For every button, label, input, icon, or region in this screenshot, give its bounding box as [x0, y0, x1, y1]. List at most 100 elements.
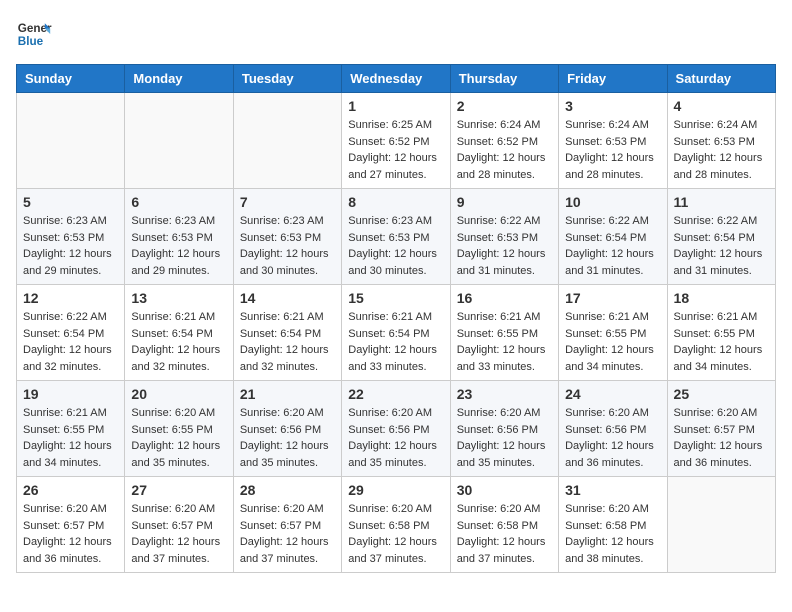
day-number: 27 [131, 482, 226, 498]
day-info: Sunrise: 6:20 AM Sunset: 6:56 PM Dayligh… [240, 405, 335, 471]
calendar-cell: 16Sunrise: 6:21 AM Sunset: 6:55 PM Dayli… [450, 285, 558, 381]
calendar-cell: 24Sunrise: 6:20 AM Sunset: 6:56 PM Dayli… [559, 381, 667, 477]
day-number: 31 [565, 482, 660, 498]
day-info: Sunrise: 6:20 AM Sunset: 6:58 PM Dayligh… [457, 501, 552, 567]
day-number: 15 [348, 290, 443, 306]
calendar-cell: 2 Sunrise: 6:24 AM Sunset: 6:52 PM Daylig… [450, 93, 558, 189]
day-number: 30 [457, 482, 552, 498]
day-number: 29 [348, 482, 443, 498]
day-of-week-header: Tuesday [233, 65, 341, 93]
day-info: Sunrise: 6:20 AM Sunset: 6:55 PM Dayligh… [131, 405, 226, 471]
day-info: Sunrise: 6:21 AM Sunset: 6:55 PM Dayligh… [565, 309, 660, 375]
calendar-cell: 12 Sunrise: 6:22 AM Sunset: 6:54 PM Dayli… [17, 285, 125, 381]
calendar-week-row: 5Sunrise: 6:23 AM Sunset: 6:53 PM Daylig… [17, 189, 776, 285]
calendar-week-row: 1 Sunrise: 6:25 AM Sunset: 6:52 PM Daylig… [17, 93, 776, 189]
day-info: Sunrise: 6:23 AM Sunset: 6:53 PM Dayligh… [240, 213, 335, 279]
day-number: 9 [457, 194, 552, 210]
day-of-week-header: Monday [125, 65, 233, 93]
calendar-cell: 25 Sunrise: 6:20 AM Sunset: 6:57 PM Dayli… [667, 381, 775, 477]
day-number: 10 [565, 194, 660, 210]
day-info: Sunrise: 6:20 AM Sunset: 6:57 PM Dayligh… [674, 405, 769, 471]
calendar-cell: 10 Sunrise: 6:22 AM Sunset: 6:54 PM Dayli… [559, 189, 667, 285]
logo: General Blue [16, 16, 52, 52]
day-of-week-header: Thursday [450, 65, 558, 93]
day-number: 23 [457, 386, 552, 402]
day-number: 25 [674, 386, 769, 402]
calendar-cell: 20 Sunrise: 6:20 AM Sunset: 6:55 PM Dayli… [125, 381, 233, 477]
day-info: Sunrise: 6:22 AM Sunset: 6:53 PM Dayligh… [457, 213, 552, 279]
day-info: Sunrise: 6:23 AM Sunset: 6:53 PM Dayligh… [131, 213, 226, 279]
calendar-cell: 15Sunrise: 6:21 AM Sunset: 6:54 PM Dayli… [342, 285, 450, 381]
calendar-cell: 18 Sunrise: 6:21 AM Sunset: 6:55 PM Dayli… [667, 285, 775, 381]
day-number: 26 [23, 482, 118, 498]
day-number: 6 [131, 194, 226, 210]
calendar-cell: 17 Sunrise: 6:21 AM Sunset: 6:55 PM Dayli… [559, 285, 667, 381]
calendar-cell: 28 Sunrise: 6:20 AM Sunset: 6:57 PM Dayli… [233, 477, 341, 573]
day-info: Sunrise: 6:23 AM Sunset: 6:53 PM Dayligh… [23, 213, 118, 279]
day-info: Sunrise: 6:21 AM Sunset: 6:55 PM Dayligh… [457, 309, 552, 375]
day-info: Sunrise: 6:20 AM Sunset: 6:58 PM Dayligh… [565, 501, 660, 567]
calendar-cell: 7Sunrise: 6:23 AM Sunset: 6:53 PM Daylig… [233, 189, 341, 285]
day-of-week-header: Saturday [667, 65, 775, 93]
day-info: Sunrise: 6:25 AM Sunset: 6:52 PM Dayligh… [348, 117, 443, 183]
calendar-cell: 29 Sunrise: 6:20 AM Sunset: 6:58 PM Dayli… [342, 477, 450, 573]
day-info: Sunrise: 6:20 AM Sunset: 6:58 PM Dayligh… [348, 501, 443, 567]
day-info: Sunrise: 6:20 AM Sunset: 6:56 PM Dayligh… [565, 405, 660, 471]
day-info: Sunrise: 6:20 AM Sunset: 6:57 PM Dayligh… [240, 501, 335, 567]
day-info: Sunrise: 6:21 AM Sunset: 6:54 PM Dayligh… [240, 309, 335, 375]
day-info: Sunrise: 6:20 AM Sunset: 6:57 PM Dayligh… [23, 501, 118, 567]
day-number: 14 [240, 290, 335, 306]
day-info: Sunrise: 6:24 AM Sunset: 6:52 PM Dayligh… [457, 117, 552, 183]
calendar-body: 1 Sunrise: 6:25 AM Sunset: 6:52 PM Daylig… [17, 93, 776, 573]
day-number: 8 [348, 194, 443, 210]
calendar-cell: 3Sunrise: 6:24 AM Sunset: 6:53 PM Daylig… [559, 93, 667, 189]
day-info: Sunrise: 6:22 AM Sunset: 6:54 PM Dayligh… [674, 213, 769, 279]
calendar-cell: 4 Sunrise: 6:24 AM Sunset: 6:53 PM Daylig… [667, 93, 775, 189]
day-info: Sunrise: 6:20 AM Sunset: 6:56 PM Dayligh… [348, 405, 443, 471]
page-header: General Blue [16, 16, 776, 52]
calendar-cell: 11 Sunrise: 6:22 AM Sunset: 6:54 PM Dayli… [667, 189, 775, 285]
day-number: 12 [23, 290, 118, 306]
day-of-week-header: Sunday [17, 65, 125, 93]
day-info: Sunrise: 6:22 AM Sunset: 6:54 PM Dayligh… [565, 213, 660, 279]
calendar-cell: 8 Sunrise: 6:23 AM Sunset: 6:53 PM Daylig… [342, 189, 450, 285]
calendar-week-row: 12 Sunrise: 6:22 AM Sunset: 6:54 PM Dayli… [17, 285, 776, 381]
day-of-week-header: Wednesday [342, 65, 450, 93]
day-number: 18 [674, 290, 769, 306]
calendar-cell: 23 Sunrise: 6:20 AM Sunset: 6:56 PM Dayli… [450, 381, 558, 477]
calendar-cell [667, 477, 775, 573]
day-number: 17 [565, 290, 660, 306]
day-number: 2 [457, 98, 552, 114]
calendar-cell: 1 Sunrise: 6:25 AM Sunset: 6:52 PM Daylig… [342, 93, 450, 189]
calendar-cell [233, 93, 341, 189]
day-info: Sunrise: 6:23 AM Sunset: 6:53 PM Dayligh… [348, 213, 443, 279]
calendar-cell: 6 Sunrise: 6:23 AM Sunset: 6:53 PM Daylig… [125, 189, 233, 285]
day-number: 20 [131, 386, 226, 402]
day-number: 19 [23, 386, 118, 402]
calendar-cell: 5Sunrise: 6:23 AM Sunset: 6:53 PM Daylig… [17, 189, 125, 285]
day-info: Sunrise: 6:21 AM Sunset: 6:55 PM Dayligh… [23, 405, 118, 471]
logo-icon: General Blue [16, 16, 52, 52]
day-number: 1 [348, 98, 443, 114]
day-number: 11 [674, 194, 769, 210]
day-number: 22 [348, 386, 443, 402]
day-info: Sunrise: 6:24 AM Sunset: 6:53 PM Dayligh… [674, 117, 769, 183]
day-number: 4 [674, 98, 769, 114]
calendar-header-row: SundayMondayTuesdayWednesdayThursdayFrid… [17, 65, 776, 93]
svg-text:Blue: Blue [18, 35, 44, 48]
day-info: Sunrise: 6:24 AM Sunset: 6:53 PM Dayligh… [565, 117, 660, 183]
calendar-table: SundayMondayTuesdayWednesdayThursdayFrid… [16, 64, 776, 573]
day-info: Sunrise: 6:21 AM Sunset: 6:54 PM Dayligh… [131, 309, 226, 375]
day-info: Sunrise: 6:21 AM Sunset: 6:55 PM Dayligh… [674, 309, 769, 375]
day-info: Sunrise: 6:20 AM Sunset: 6:57 PM Dayligh… [131, 501, 226, 567]
day-info: Sunrise: 6:20 AM Sunset: 6:56 PM Dayligh… [457, 405, 552, 471]
day-number: 28 [240, 482, 335, 498]
calendar-cell: 21Sunrise: 6:20 AM Sunset: 6:56 PM Dayli… [233, 381, 341, 477]
calendar-cell: 31 Sunrise: 6:20 AM Sunset: 6:58 PM Dayli… [559, 477, 667, 573]
day-info: Sunrise: 6:22 AM Sunset: 6:54 PM Dayligh… [23, 309, 118, 375]
calendar-cell: 13Sunrise: 6:21 AM Sunset: 6:54 PM Dayli… [125, 285, 233, 381]
day-of-week-header: Friday [559, 65, 667, 93]
calendar-cell: 22 Sunrise: 6:20 AM Sunset: 6:56 PM Dayli… [342, 381, 450, 477]
calendar-cell: 30 Sunrise: 6:20 AM Sunset: 6:58 PM Dayli… [450, 477, 558, 573]
calendar-cell [17, 93, 125, 189]
